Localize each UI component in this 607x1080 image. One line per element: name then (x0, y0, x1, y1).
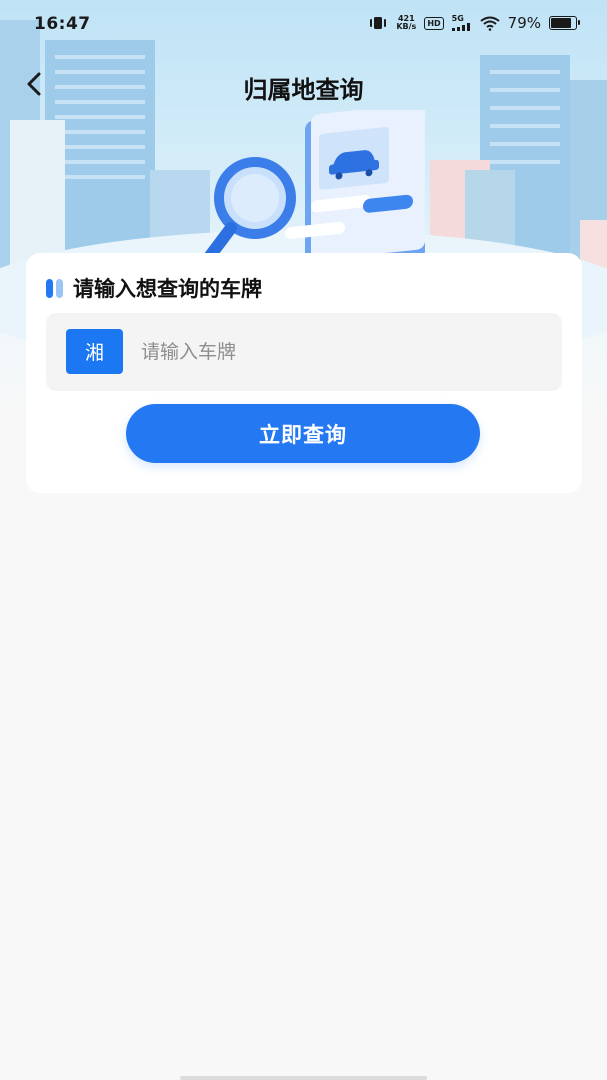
vibrate-icon (370, 17, 387, 29)
page-title: 归属地查询 (243, 76, 364, 104)
hd-badge: HD (424, 16, 444, 30)
plate-number-input[interactable] (141, 334, 541, 370)
query-button[interactable]: 立即查询 (126, 404, 480, 463)
network-type-label: 5G (451, 14, 464, 23)
cellular-signal: 5G (451, 14, 472, 31)
query-card: 请输入想查询的车牌 湘 立即查询 (26, 253, 582, 493)
status-icons: 421 KB/s HD 5G 79% (368, 14, 580, 32)
car-search-illustration (205, 110, 425, 260)
status-time: 16:47 (34, 14, 91, 34)
net-speed-unit: KB/s (396, 22, 417, 31)
signal-bars-icon (451, 23, 470, 31)
plate-input-row: 湘 (46, 313, 562, 391)
status-bar: 16:47 421 KB/s HD 5G 79% (0, 0, 607, 52)
battery-icon (549, 16, 580, 30)
province-selector[interactable]: 湘 (66, 329, 123, 374)
section-header: 请输入想查询的车牌 (46, 273, 262, 303)
battery-percent: 79% (507, 14, 541, 32)
section-marker-icon (46, 278, 63, 298)
section-title: 请输入想查询的车牌 (73, 277, 262, 301)
wifi-icon (480, 16, 500, 31)
home-indicator[interactable] (180, 1076, 427, 1080)
net-speed: 421 KB/s (396, 15, 416, 31)
